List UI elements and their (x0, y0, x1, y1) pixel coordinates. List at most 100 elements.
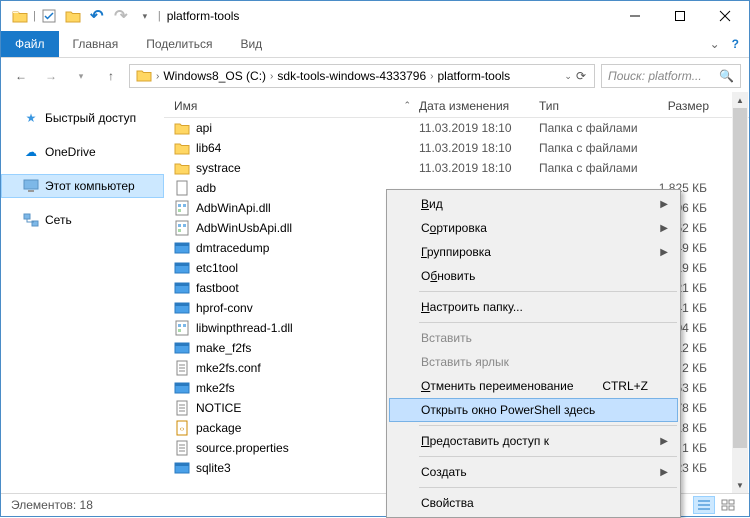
drive-icon (136, 68, 152, 85)
file-name: package (196, 421, 241, 435)
file-row[interactable]: api11.03.2019 18:10Папка с файлами (164, 118, 749, 138)
file-name: NOTICE (196, 401, 241, 415)
close-button[interactable] (702, 2, 747, 30)
separator (419, 456, 677, 457)
breadcrumb-segment[interactable]: platform-tools (433, 65, 514, 87)
folder-icon (174, 160, 190, 176)
conf-icon (174, 360, 190, 376)
exe-icon (174, 260, 190, 276)
search-input[interactable]: Поиск: platform... 🔍 (601, 64, 741, 88)
folder-icon (174, 140, 190, 156)
undo-icon[interactable]: ↶ (86, 5, 108, 27)
ctx-group[interactable]: Группировка▶ (389, 240, 678, 264)
sidebar-item-onedrive[interactable]: ☁ OneDrive (1, 140, 164, 164)
up-button[interactable]: ↑ (99, 64, 123, 88)
star-icon: ★ (23, 110, 39, 126)
file-row[interactable]: lib6411.03.2019 18:10Папка с файлами (164, 138, 749, 158)
titlebar: | ↶ ↷ ▾ | platform-tools (1, 1, 749, 31)
tab-share[interactable]: Поделиться (132, 31, 226, 57)
navigation-pane: ★ Быстрый доступ ☁ OneDrive Этот компьют… (1, 94, 164, 489)
exe-icon (174, 340, 190, 356)
sidebar-item-network[interactable]: Сеть (1, 208, 164, 232)
redo-icon: ↷ (110, 5, 132, 27)
folder-icon[interactable] (62, 5, 84, 27)
file-date: 11.03.2019 18:10 (419, 141, 539, 155)
scroll-down-button[interactable]: ▼ (732, 477, 748, 493)
vertical-scrollbar[interactable]: ▲ ▼ (732, 92, 748, 493)
search-icon[interactable]: 🔍 (719, 69, 734, 83)
ctx-properties[interactable]: Свойства (389, 491, 678, 515)
exe-icon (174, 460, 190, 476)
scroll-thumb[interactable] (733, 108, 747, 448)
exe-icon (174, 300, 190, 316)
scroll-up-button[interactable]: ▲ (732, 92, 748, 108)
ctx-create[interactable]: Создать▶ (389, 460, 678, 484)
txt-icon (174, 400, 190, 416)
dll-icon (174, 320, 190, 336)
breadcrumb-segment[interactable]: Windows8_OS (C:) (159, 65, 270, 87)
ctx-sort[interactable]: Сортировка▶ (389, 216, 678, 240)
tab-file[interactable]: Файл (1, 31, 59, 57)
search-placeholder: Поиск: platform... (608, 69, 702, 83)
ctx-grant-access[interactable]: Предоставить доступ к▶ (389, 429, 678, 453)
file-name: mke2fs.conf (196, 361, 261, 375)
chevron-right-icon: ▶ (660, 223, 668, 234)
column-header-size[interactable]: Размер (649, 99, 721, 113)
sidebar-item-label: Этот компьютер (45, 179, 135, 193)
sidebar-item-quick-access[interactable]: ★ Быстрый доступ (1, 106, 164, 130)
sidebar-item-label: Быстрый доступ (45, 111, 136, 125)
file-name: AdbWinUsbApi.dll (196, 221, 292, 235)
column-header-type[interactable]: Тип (539, 99, 649, 113)
file-name: mke2fs (196, 381, 235, 395)
minimize-button[interactable] (612, 2, 657, 30)
sidebar-item-this-pc[interactable]: Этот компьютер (1, 174, 164, 198)
sidebar-item-label: Сеть (45, 213, 72, 227)
ctx-open-powershell[interactable]: Открыть окно PowerShell здесь (389, 398, 678, 422)
ribbon-tabs: Файл Главная Поделиться Вид ⌄ ? (1, 31, 749, 58)
checkbox-icon[interactable] (38, 5, 60, 27)
dll-icon (174, 200, 190, 216)
file-row[interactable]: systrace11.03.2019 18:10Папка с файлами (164, 158, 749, 178)
forward-button: → (39, 64, 63, 88)
separator (419, 487, 677, 488)
maximize-button[interactable] (657, 2, 702, 30)
exe-icon (174, 280, 190, 296)
qat-dropdown-icon[interactable]: ▾ (134, 5, 156, 27)
folder-icon[interactable] (9, 5, 31, 27)
dropdown-icon[interactable]: ⌄ (564, 71, 572, 82)
refresh-icon[interactable]: ⟳ (576, 69, 586, 83)
column-headers: Имя⌃ Дата изменения Тип Размер (164, 94, 749, 118)
ctx-refresh[interactable]: Обновить (389, 264, 678, 288)
ribbon-expand-icon[interactable]: ⌄ (710, 37, 720, 51)
chevron-right-icon: ▶ (660, 467, 668, 478)
file-name: AdbWinApi.dll (196, 201, 271, 215)
xml-icon: ‹› (174, 420, 190, 436)
folder-icon (174, 120, 190, 136)
breadcrumb[interactable]: › Windows8_OS (C:) › sdk-tools-windows-4… (129, 64, 595, 88)
ctx-customize[interactable]: Настроить папку... (389, 295, 678, 319)
ctx-undo-rename[interactable]: Отменить переименованиеCTRL+Z (389, 374, 678, 398)
help-icon[interactable]: ? (732, 37, 739, 51)
column-header-name[interactable]: Имя⌃ (164, 99, 419, 113)
cloud-icon: ☁ (23, 144, 39, 160)
file-name: api (196, 121, 212, 135)
back-button[interactable]: ← (9, 64, 33, 88)
file-name: etc1tool (196, 261, 238, 275)
breadcrumb-segment[interactable]: sdk-tools-windows-4333796 (273, 65, 430, 87)
recent-dropdown[interactable]: ▾ (69, 64, 93, 88)
icons-view-button[interactable] (717, 496, 739, 514)
ctx-view[interactable]: Вид▶ (389, 192, 678, 216)
separator (419, 425, 677, 426)
computer-icon (23, 178, 39, 194)
column-header-date[interactable]: Дата изменения (419, 99, 539, 113)
tab-home[interactable]: Главная (59, 31, 133, 57)
tab-view[interactable]: Вид (226, 31, 276, 57)
chevron-right-icon: ▶ (660, 247, 668, 258)
details-view-button[interactable] (693, 496, 715, 514)
file-name: adb (196, 181, 216, 195)
ctx-paste: Вставить (389, 326, 678, 350)
file-type: Папка с файлами (539, 121, 649, 135)
file-name: fastboot (196, 281, 239, 295)
exe-icon (174, 380, 190, 396)
sort-asc-icon: ⌃ (403, 100, 411, 111)
